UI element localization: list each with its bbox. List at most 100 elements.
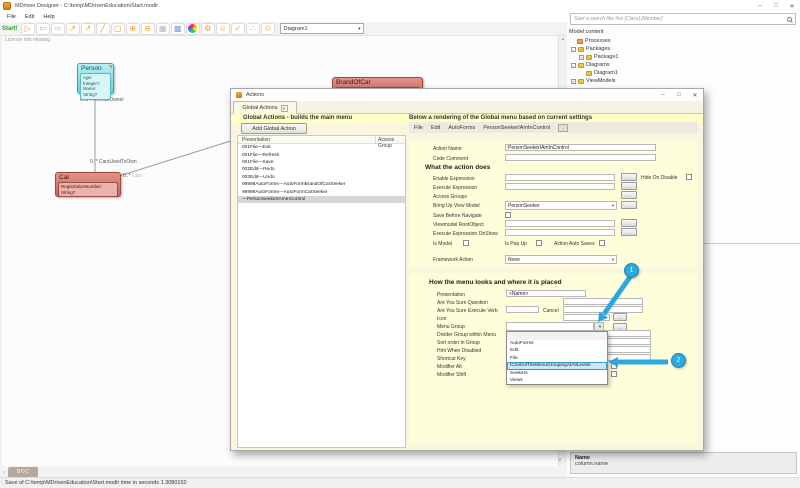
icon-label: Icon [437, 316, 446, 322]
search-placeholder: Start a search like this [Class].[Member… [574, 16, 662, 22]
modifier-shift-checkbox[interactable] [611, 371, 617, 377]
diagram-selector[interactable]: Diagram1 ▾ [280, 23, 364, 34]
save-before-navigate-checkbox[interactable] [505, 212, 511, 218]
dropdown-item[interactable] [507, 332, 607, 340]
are-you-sure-question-input[interactable] [563, 298, 643, 305]
framework-action-combo[interactable]: None ▾ [505, 255, 617, 264]
gears-icon[interactable]: ⚙ [201, 23, 215, 35]
enable-expression-input[interactable] [505, 174, 615, 181]
overflow-icon[interactable]: .. [558, 124, 568, 132]
action-auto-saves-checkbox[interactable] [599, 240, 605, 246]
pointer-new-icon[interactable]: ↗ [81, 23, 95, 35]
is-modal-checkbox[interactable] [463, 240, 469, 246]
is-pop-up-label: Is Pop Up [505, 241, 527, 247]
preview-menu-file[interactable]: File [414, 125, 423, 131]
menu-file[interactable]: File [7, 14, 16, 20]
list-item-selected[interactable]: —PersonSeekerIAmInControl [238, 196, 405, 203]
class-person[interactable]: Person Age: Integer? Name: String? [77, 63, 114, 94]
modifier-alt-checkbox[interactable] [611, 363, 617, 369]
expander-icon[interactable]: + [571, 79, 576, 84]
tab-close-icon[interactable]: ✕ [281, 105, 288, 112]
tree-item-diagram1[interactable]: Diagram1 [586, 69, 618, 77]
tree-item-diagrams[interactable]: - Diagrams [571, 61, 610, 69]
viewmodel-rootobject-input[interactable] [505, 220, 615, 227]
preview-menu-autoforms[interactable]: AutoForms [448, 125, 475, 131]
icon-edit-button[interactable]: ... [613, 313, 627, 321]
dropdown-item[interactable]: AutoForms [507, 340, 607, 348]
expander-icon[interactable]: + [579, 55, 584, 60]
pointer-icon[interactable]: ↗ [66, 23, 80, 35]
menu-help[interactable]: Help [43, 14, 54, 20]
menu-edit[interactable]: Edit [25, 14, 34, 20]
dropdown-item-selected[interactable]: IControlTheMenuGroupingAtAllLevels [507, 362, 607, 370]
bring-up-view-model-combo[interactable]: PersonSeeker ▾ [505, 201, 617, 210]
check-icon[interactable]: ✓ [231, 23, 245, 35]
access-groups-edit-button[interactable]: ... [621, 191, 637, 199]
action-name-input[interactable]: PersonSeekerIAmInControl [505, 144, 656, 151]
maximize-button[interactable]: □ [768, 1, 784, 12]
color-wheel-icon[interactable] [186, 23, 200, 35]
hide-on-disable-checkbox[interactable] [686, 174, 692, 180]
viewmodel-rootobject-edit-button[interactable]: ... [621, 219, 637, 227]
close-button[interactable]: ✕ [784, 1, 800, 12]
execute-verb-input[interactable] [506, 306, 539, 313]
preview-menu-action[interactable]: PersonSeekerIAmInControl [483, 125, 550, 131]
zoom-out-icon[interactable]: ⊖ [141, 23, 155, 35]
grid-save-icon[interactable]: ▦ [156, 23, 170, 35]
preview-menu-edit[interactable]: Edit [431, 125, 440, 131]
list-item[interactable]: 99999AutoForms—AutoFormCarSeeker [238, 188, 405, 195]
presentation-input[interactable]: <Name> [506, 290, 586, 297]
gear-light-icon[interactable]: ⚙ [261, 23, 275, 35]
scroll-up-icon[interactable]: ▲ [561, 36, 565, 41]
list-item[interactable]: 002Edit—Undo [238, 174, 405, 181]
forward-arrow-icon[interactable]: ⇨ [51, 23, 65, 35]
copy-icon[interactable]: ▩ [171, 23, 185, 35]
list-item[interactable]: 99999AutoForms—AutoFormBrandOfCarSeeker [238, 181, 405, 188]
execute-expression-onshow-input[interactable] [505, 229, 615, 236]
tree-item-package1[interactable]: + Package1 [579, 53, 618, 61]
dialog-close-button[interactable]: ✕ [687, 90, 703, 101]
dropdown-item[interactable]: Views [507, 377, 607, 385]
dialog-minimize-button[interactable]: – [655, 90, 671, 101]
tab-doc[interactable]: DOC [8, 467, 38, 477]
column-presentation[interactable]: Presentation [242, 137, 270, 143]
enable-expression-edit-button[interactable]: ... [621, 173, 637, 181]
icon-input[interactable] [563, 314, 610, 321]
tab-global-actions[interactable]: Global Actions ✕ [233, 101, 297, 114]
code-comment-input[interactable] [505, 154, 656, 161]
class-attributes: RegistrationNumber: String? [58, 182, 118, 197]
execute-expression-onshow-edit-button[interactable]: ... [621, 228, 637, 236]
add-global-action-button[interactable]: Add Global Action [241, 123, 307, 134]
expander-icon[interactable]: - [571, 47, 576, 52]
expander-icon[interactable]: - [571, 63, 576, 68]
is-pop-up-checkbox[interactable] [536, 240, 542, 246]
dropdown-item[interactable]: Edit [507, 347, 607, 355]
tree-item-packages[interactable]: - Packages [571, 45, 610, 53]
tree-item-processes[interactable]: Processes [577, 37, 611, 45]
tab-scroll-left-icon[interactable]: ‹ [0, 470, 8, 477]
bring-up-view-model-edit-button[interactable]: ... [621, 201, 637, 209]
execute-expression-input[interactable] [505, 183, 615, 190]
start-button[interactable]: Start! [2, 26, 18, 32]
search-input[interactable]: Start a search like this [Class].[Member… [570, 13, 796, 25]
zoom-in-icon[interactable]: ⊕ [126, 23, 140, 35]
cancel-verb-input[interactable] [563, 306, 643, 313]
column-access-group[interactable]: Access Group [378, 137, 405, 149]
dropdown-item[interactable]: Seekers [507, 370, 607, 378]
tree-item-viewmodels[interactable]: + ViewModels [571, 77, 616, 85]
dropdown-item[interactable]: File [507, 355, 607, 363]
class-car[interactable]: Car RegistrationNumber: String? [55, 172, 121, 197]
user-icon[interactable]: ☺ [216, 23, 230, 35]
nodes-icon[interactable]: ∴ [246, 23, 260, 35]
collapse-chevron-icon[interactable]: ˅ [558, 458, 562, 464]
line-tool-icon[interactable]: ╱ [96, 23, 110, 35]
viewport-icon[interactable]: ▢ [111, 23, 125, 35]
minimize-button[interactable]: – [752, 1, 768, 12]
play-icon[interactable]: ▷ [21, 23, 35, 35]
back-arrow-icon[interactable]: ⇦ [36, 23, 50, 35]
execute-expression-edit-button[interactable]: ... [621, 182, 637, 190]
list-item[interactable]: 001File—Save [238, 159, 405, 166]
dialog-maximize-button[interactable]: □ [671, 90, 687, 101]
list-item[interactable]: 001File—Refresh [238, 151, 405, 158]
list-item[interactable]: 002Edit—Redo [238, 166, 405, 173]
